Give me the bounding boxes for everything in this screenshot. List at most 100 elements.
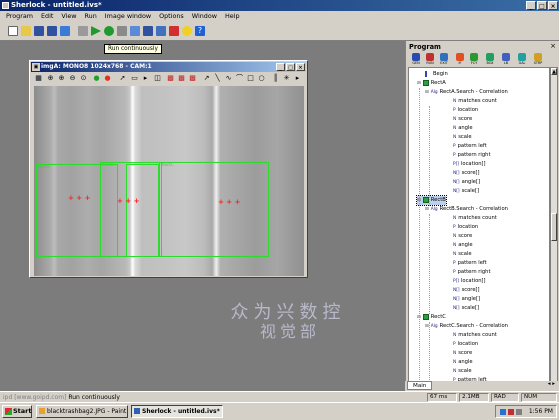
- gen-tool-button[interactable]: GEN: [410, 53, 422, 66]
- rectangle-tool-icon[interactable]: □: [246, 74, 255, 83]
- line-tool-icon[interactable]: ╲: [213, 74, 222, 83]
- box-tool-button[interactable]: BOX: [484, 53, 496, 66]
- new-file-icon[interactable]: [8, 26, 18, 36]
- menu-options[interactable]: Options: [155, 11, 188, 22]
- pointer-icon[interactable]: ➚: [118, 74, 127, 83]
- snapshot-icon[interactable]: ◫: [153, 74, 162, 83]
- roi-icon-1[interactable]: ▩: [166, 74, 175, 83]
- tree-node[interactable]: Ppattern left: [453, 259, 487, 268]
- tree-node[interactable]: ⊟ RectB: [416, 195, 447, 206]
- roi-rect-inner[interactable]: [126, 164, 159, 257]
- tree-node[interactable]: Nmatches count: [453, 97, 497, 106]
- network-icon[interactable]: [500, 409, 506, 415]
- maximize-button[interactable]: □: [537, 1, 547, 10]
- image-icon[interactable]: ▭: [130, 74, 139, 83]
- pause-icon[interactable]: [143, 26, 153, 36]
- tree-node[interactable]: Plocation: [453, 106, 478, 115]
- expand-toggle-icon[interactable]: ⊟: [417, 79, 421, 88]
- record-icon[interactable]: [169, 26, 179, 36]
- tree-node[interactable]: Nscore: [453, 115, 472, 124]
- tree-node[interactable]: ⊟ RectC: [417, 313, 446, 322]
- start-button[interactable]: Start: [2, 405, 32, 418]
- lightbulb-icon[interactable]: [182, 26, 192, 36]
- points-tool-icon[interactable]: ✳: [282, 74, 291, 83]
- tree-node[interactable]: ⊟ Alg RectB.Search - Correlation: [425, 205, 508, 214]
- tree-node[interactable]: Nscale: [453, 367, 472, 376]
- zoom-in-icon[interactable]: ⊕: [57, 74, 66, 83]
- save-as-icon[interactable]: [47, 26, 57, 36]
- tree-node[interactable]: ⊟ Alg RectA.Search - Correlation: [425, 88, 508, 97]
- menu-program[interactable]: Program: [2, 11, 37, 22]
- step-into-icon[interactable]: [130, 26, 140, 36]
- green-light-icon[interactable]: ●: [92, 74, 101, 83]
- expand-toggle-icon[interactable]: ⊟: [425, 88, 429, 97]
- tab-nav-arrows[interactable]: ◂ ▸: [548, 381, 555, 387]
- stop-icon[interactable]: [117, 26, 127, 36]
- menu-run[interactable]: Run: [81, 11, 101, 22]
- program-tree[interactable]: Begin ⊟ RectA ⊟ Alg RectA.Search - Correlatio…: [408, 67, 550, 419]
- scroll-thumb[interactable]: [551, 213, 557, 241]
- menu-help[interactable]: Help: [221, 11, 244, 22]
- tree-node[interactable]: Nmatches count: [453, 331, 497, 340]
- save-icon[interactable]: [34, 26, 44, 36]
- arrow-tool-icon[interactable]: ↗: [202, 74, 211, 83]
- tree-node[interactable]: Begin: [425, 70, 448, 79]
- more-tools-icon[interactable]: ▸: [293, 74, 302, 83]
- tree-node[interactable]: Nangle: [453, 241, 473, 250]
- tree-node[interactable]: N[] angle[]: [453, 178, 480, 187]
- image-minimize-button[interactable]: _: [276, 63, 285, 71]
- step-icon[interactable]: [78, 26, 88, 36]
- roi-rect-c[interactable]: [159, 162, 269, 257]
- tray-app-icon[interactable]: [508, 409, 514, 415]
- camera-image[interactable]: RectA RectB RectC + + + + + + + + +: [34, 86, 304, 276]
- strp-tool-button[interactable]: STRP: [532, 53, 544, 66]
- tree-node[interactable]: Nangle: [453, 358, 473, 367]
- fcy-tool-button[interactable]: FCY: [468, 53, 480, 66]
- tree-node[interactable]: N[] score[]: [453, 286, 480, 295]
- tree-node[interactable]: ⊟ RectA: [417, 79, 446, 88]
- run-once-icon[interactable]: [91, 26, 101, 36]
- tree-node[interactable]: N[] scale[]: [453, 304, 479, 313]
- polyline-tool-icon[interactable]: ∿: [224, 74, 233, 83]
- red-light-icon[interactable]: ●: [103, 74, 112, 83]
- image-maximize-button[interactable]: □: [286, 63, 295, 71]
- zoom-out-icon[interactable]: ⊖: [68, 74, 77, 83]
- zoom-fit-icon[interactable]: ⊙: [79, 74, 88, 83]
- image-close-button[interactable]: ×: [296, 63, 305, 71]
- open-folder-icon[interactable]: [21, 26, 31, 36]
- help-icon[interactable]: ?: [195, 26, 205, 36]
- tree-node[interactable]: Nscale: [453, 133, 472, 142]
- save-all-icon[interactable]: [60, 26, 70, 36]
- run-tool-button[interactable]: RUN: [424, 53, 436, 66]
- volume-icon[interactable]: [516, 409, 522, 415]
- tree-node[interactable]: P[] location[]: [453, 277, 486, 286]
- window-title-bar[interactable]: Sherlock - untitled.ivs* _ □ ×: [0, 0, 559, 11]
- arc-tool-icon[interactable]: ⌒: [235, 74, 244, 83]
- tree-node[interactable]: Plocation: [453, 340, 478, 349]
- zoom-icon[interactable]: ⊕: [46, 74, 55, 83]
- tree-node[interactable]: Nscore: [453, 232, 472, 241]
- task-paint[interactable]: blacktrashbag2.JPG - Paint: [36, 405, 128, 418]
- tree-node[interactable]: N[] scale[]: [453, 187, 479, 196]
- tree-node[interactable]: Nangle: [453, 124, 473, 133]
- tree-node[interactable]: N[] score[]: [453, 169, 480, 178]
- tree-node[interactable]: Nmatches count: [453, 214, 497, 223]
- tree-node[interactable]: Ppattern right: [453, 151, 491, 160]
- lb-tool-button[interactable]: LB: [500, 53, 512, 66]
- exit-tool-button[interactable]: EXIT: [438, 53, 450, 66]
- task-sherlock[interactable]: Sherlock - untitled.ivs*: [131, 405, 223, 418]
- circle-tool-icon[interactable]: ○: [257, 74, 266, 83]
- tree-node[interactable]: Plocation: [453, 223, 478, 232]
- image-window-title-bar[interactable]: ▣ imgA: MONO8 1024x768 - CAM:1 _ □ ×: [31, 62, 306, 72]
- tree-node[interactable]: N[] angle[]: [453, 295, 480, 304]
- tree-node[interactable]: P[] location[]: [453, 160, 486, 169]
- tree-node[interactable]: ⊟ Alg RectC.Search - Correlation: [425, 322, 508, 331]
- roi-icon-3[interactable]: ▩: [188, 74, 197, 83]
- camera-icon[interactable]: [156, 26, 166, 36]
- expand-toggle-icon[interactable]: ⊟: [425, 205, 429, 214]
- tree-node[interactable]: Ppattern right: [453, 268, 491, 277]
- video-icon[interactable]: ▸: [141, 74, 150, 83]
- barcode-tool-icon[interactable]: ║: [271, 74, 280, 83]
- program-panel-close-icon[interactable]: ×: [550, 42, 556, 50]
- close-button[interactable]: ×: [548, 1, 558, 10]
